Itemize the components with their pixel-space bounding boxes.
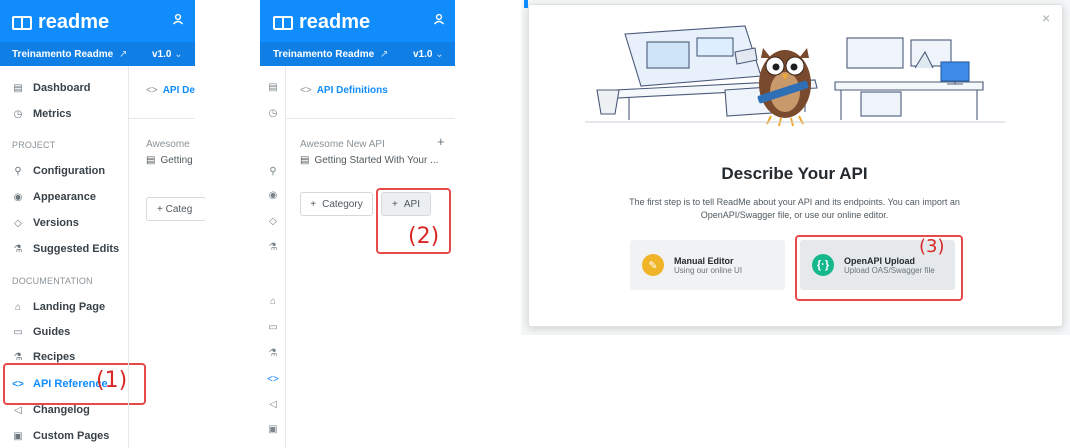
step-1-callout: (1) (96, 368, 128, 393)
clock-icon[interactable]: ◷ (266, 108, 280, 119)
flask-edit-icon[interactable]: ⚗ (266, 242, 280, 253)
add-page-icon[interactable]: + (437, 134, 445, 149)
content-divider (286, 118, 455, 119)
tag-icon[interactable]: ◇ (266, 216, 280, 227)
megaphone-icon: ◁ (14, 404, 22, 416)
wrench-icon[interactable]: ⚲ (266, 166, 280, 177)
sidebar-item-metrics[interactable]: ◷ Metrics (12, 105, 72, 123)
tag-icon: ◇ (14, 217, 22, 229)
add-category-button[interactable]: + Categ (146, 197, 206, 221)
flask-edit-icon: ⚗ (13, 243, 23, 255)
external-link-icon: ↗ (379, 49, 389, 60)
eye-icon[interactable]: ◉ (266, 190, 280, 201)
api-definitions-header[interactable]: <> API De (146, 85, 195, 96)
page-icon[interactable]: ▣ (266, 424, 280, 435)
dashboard-icon: ▤ (13, 82, 23, 94)
modal-description: The first step is to tell ReadMe about y… (629, 197, 960, 220)
sidebar-item-landing-page[interactable]: ⌂ Landing Page (12, 298, 105, 316)
sidebar-item-versions[interactable]: ◇ Versions (12, 214, 79, 232)
external-link-icon: ↗ (118, 49, 128, 60)
project-name[interactable]: Treinamento Readme ↗ (273, 49, 388, 60)
sidebar-divider (128, 66, 129, 448)
add-category-button[interactable]: + Category (300, 192, 373, 216)
sidebar-item-guides[interactable]: ▭ Guides (12, 323, 70, 341)
sidebar-item-dashboard[interactable]: ▤ Dashboard (12, 79, 90, 97)
code-icon[interactable]: <> (266, 374, 280, 385)
chevron-down-icon: ⌄ (435, 49, 444, 60)
readme-logo[interactable]: readme (273, 11, 370, 34)
content-divider (129, 118, 195, 119)
user-icon[interactable] (433, 13, 445, 28)
doc-link[interactable]: ▤ Getting (146, 155, 193, 166)
section-project: PROJECT (12, 140, 56, 150)
step-2-callout: (2) (408, 224, 440, 249)
dashboard-icon[interactable]: ▤ (266, 82, 280, 93)
step-3-callout: (3) (919, 236, 945, 257)
user-icon[interactable] (172, 13, 184, 28)
flask-icon[interactable]: ⚗ (266, 348, 280, 359)
page-icon: ▤ (146, 155, 156, 166)
version-selector[interactable]: v1.0 ⌄ (413, 49, 444, 60)
project-name[interactable]: Treinamento Readme ↗ (12, 49, 127, 60)
megaphone-icon[interactable]: ◁ (266, 399, 280, 410)
pencil-icon: ✎ (642, 254, 664, 276)
home-icon[interactable]: ⌂ (266, 296, 280, 307)
wrench-icon: ⚲ (14, 165, 22, 177)
modal-title: Describe Your API (721, 164, 868, 183)
close-icon[interactable]: × (1042, 10, 1050, 26)
book-logo-icon (273, 15, 293, 30)
code-icon: <> (300, 85, 312, 96)
rail-divider (285, 66, 286, 448)
doc-link[interactable]: ▤ Getting Started With Your ... (300, 155, 438, 166)
clock-icon: ◷ (13, 108, 23, 120)
sidebar-item-configuration[interactable]: ⚲ Configuration (12, 162, 105, 180)
book-icon: ▭ (13, 326, 23, 338)
chevron-down-icon: ⌄ (174, 49, 183, 60)
sidebar-item-custom-pages[interactable]: ▣ Custom Pages (12, 427, 109, 445)
section-documentation: DOCUMENTATION (12, 276, 93, 286)
home-icon: ⌂ (14, 301, 22, 313)
api-name[interactable]: Awesome New API (300, 139, 385, 150)
book-icon[interactable]: ▭ (266, 322, 280, 333)
page-icon: ▤ (300, 155, 310, 166)
office-owl-illustration (585, 25, 1005, 127)
readme-logo[interactable]: readme (12, 11, 109, 34)
code-icon: <> (146, 85, 158, 96)
eye-icon: ◉ (13, 191, 23, 203)
page-icon: ▣ (13, 430, 23, 442)
book-logo-icon (12, 15, 32, 30)
api-name[interactable]: Awesome (146, 139, 190, 150)
flask-icon: ⚗ (13, 351, 23, 363)
sidebar-item-appearance[interactable]: ◉ Appearance (12, 188, 96, 206)
version-selector[interactable]: v1.0 ⌄ (152, 49, 183, 60)
plus-icon: + (310, 198, 317, 210)
sidebar-item-suggested-edits[interactable]: ⚗ Suggested Edits (12, 240, 120, 258)
manual-editor-option[interactable]: ✎ Manual Editor Using our online UI (630, 240, 785, 290)
api-definitions-header[interactable]: <> API Definitions (300, 85, 388, 96)
